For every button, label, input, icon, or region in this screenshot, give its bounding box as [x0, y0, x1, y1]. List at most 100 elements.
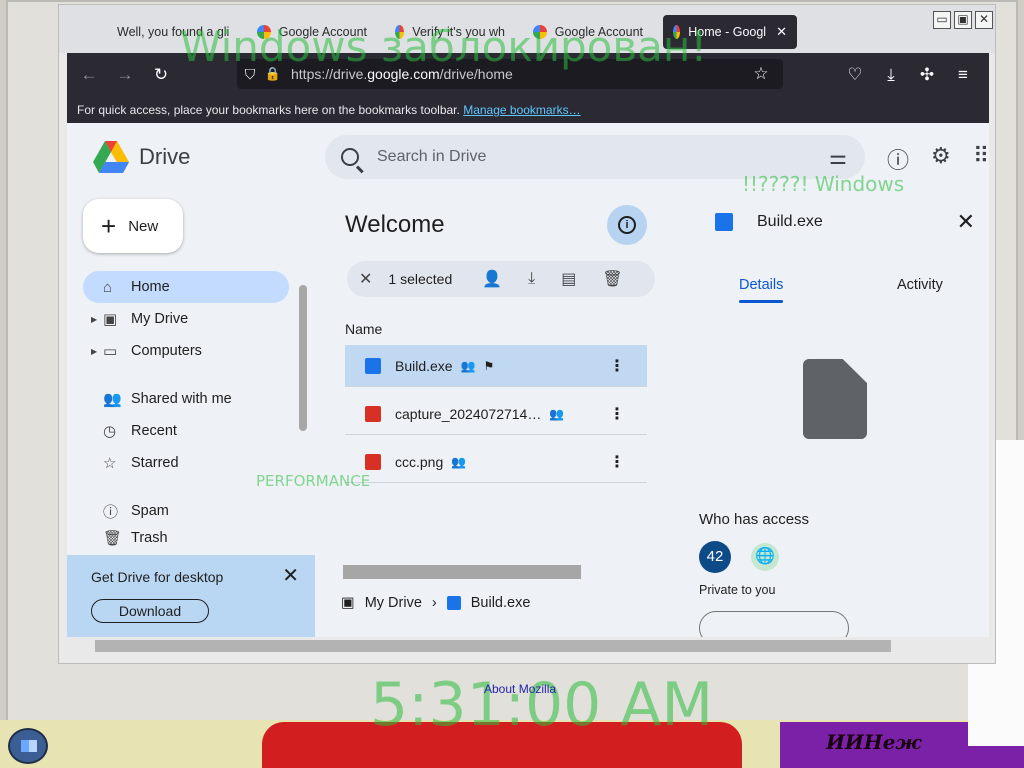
apps-grid-icon[interactable]: ⠿ [973, 143, 989, 169]
details-info-button[interactable]: i [607, 205, 647, 245]
new-button[interactable]: + New [83, 199, 183, 253]
file-name: Build.exe [395, 357, 453, 374]
scrollbar-thumb[interactable] [343, 565, 581, 579]
drive-page: Drive Search in Drive ⚌ ⓘ ⚙ ⠿ + New ⌂ Hom… [67, 123, 989, 637]
bookmark-star-icon[interactable]: ☆ [743, 64, 779, 84]
about-mozilla-link[interactable]: About Mozilla [484, 682, 556, 696]
maximize-button[interactable]: ▣ [954, 11, 972, 29]
my-drive-icon: ▣ [103, 311, 118, 328]
clear-selection-icon[interactable]: ✕ [359, 269, 372, 289]
tab-verify[interactable]: Verify it's you wh [385, 15, 515, 49]
details-close-icon[interactable]: ✕ [957, 209, 975, 235]
page-horizontal-scrollbar[interactable] [67, 637, 989, 655]
sidebar-item-spam[interactable]: ⓘ Spam [83, 495, 293, 527]
tab-details[interactable]: Details [739, 277, 784, 303]
document-preview-icon [803, 359, 867, 439]
sidebar-item-label: Recent [131, 423, 177, 439]
move-icon[interactable]: ▤ [561, 269, 576, 289]
avatar[interactable]: 42 [699, 541, 731, 573]
plus-icon: + [101, 211, 117, 241]
pocket-icon[interactable]: ♡ [837, 65, 873, 85]
my-drive-icon: ▣ [341, 595, 355, 611]
tab-found-glitch[interactable]: Well, you found a gli [107, 15, 239, 49]
file-list-scrollbar[interactable] [341, 563, 651, 579]
menu-icon[interactable]: ≡ [945, 65, 981, 85]
manage-bookmarks-link[interactable]: Manage bookmarks… [463, 103, 580, 117]
filter-icon[interactable]: ⚌ [829, 145, 847, 170]
share-icon[interactable]: 👤 [482, 269, 502, 289]
sidebar-item-label: Spam [131, 503, 169, 519]
url-text[interactable]: https://drive.google.com/drive/home [291, 66, 513, 82]
tab-drive-home[interactable]: Home - Googl ✕ [663, 15, 797, 49]
sidebar-scrollbar[interactable] [299, 285, 307, 431]
info-icon: i [618, 216, 636, 234]
sidebar-item-trash[interactable]: 🗑 Trash [83, 527, 293, 549]
more-actions-icon[interactable]: ⋮ [609, 356, 625, 376]
url-bar[interactable]: ⛉ 🔒 https://drive.google.com/drive/home … [237, 59, 783, 89]
browser-window: Well, you found a gli Google Account Ver… [58, 4, 996, 664]
expand-arrow-icon[interactable]: ▶ [91, 347, 97, 356]
more-actions-icon[interactable]: ⋮ [609, 452, 625, 472]
column-header-name[interactable]: Name [345, 321, 382, 337]
promo-close-icon[interactable]: ✕ [282, 563, 299, 588]
details-file-name: Build.exe [757, 213, 823, 230]
tab-label: Home - Googl [688, 25, 767, 39]
sidebar-item-home[interactable]: ⌂ Home [83, 271, 289, 303]
file-row[interactable]: Build.exe 👥 ⚑ ⋮ [345, 345, 647, 387]
shield-icon[interactable]: ⛉ [237, 66, 263, 83]
search-input[interactable]: Search in Drive ⚌ [325, 135, 865, 179]
google-icon [395, 25, 405, 39]
file-row[interactable]: ccc.png 👥 ⋮ [345, 441, 647, 483]
manage-access-button[interactable] [699, 611, 849, 637]
exe-file-icon [365, 357, 381, 374]
breadcrumb-root[interactable]: My Drive [365, 595, 422, 611]
download-button[interactable]: Download [91, 599, 209, 623]
reload-icon[interactable]: ↻ [143, 65, 179, 85]
shared-people-icon: 👥 [549, 406, 565, 421]
google-icon [257, 25, 271, 39]
search-icon [341, 148, 359, 166]
extensions-icon[interactable]: ✣ [909, 65, 945, 85]
tab-close-icon[interactable]: ✕ [776, 24, 787, 40]
sidebar-item-label: Home [131, 279, 170, 295]
drive-logo-icon [93, 141, 129, 173]
download-icon[interactable]: ⤓ [528, 270, 535, 288]
breadcrumb-current[interactable]: Build.exe [471, 595, 531, 611]
sidebar-item-label: Starred [131, 455, 179, 471]
minimize-button[interactable]: ▭ [933, 11, 951, 29]
file-row[interactable]: capture_2024072714… 👥 ⋮ [345, 393, 647, 435]
back-icon[interactable]: ← [71, 65, 107, 85]
sidebar-item-computers[interactable]: ▶ ▭ Computers [83, 335, 293, 367]
spam-icon: ⓘ [103, 503, 119, 521]
scrollbar-thumb[interactable] [95, 640, 891, 652]
downloads-icon[interactable]: ⤓ [873, 65, 909, 85]
expand-arrow-icon[interactable]: ▶ [91, 315, 97, 324]
selected-count: 1 selected [388, 271, 453, 287]
page-title: Welcome [345, 211, 445, 238]
drive-logo[interactable]: Drive [93, 141, 190, 173]
sidebar-item-starred[interactable]: ☆ Starred [83, 447, 293, 479]
sidebar-item-shared-with-me[interactable]: 👥 Shared with me [83, 383, 293, 415]
lock-icon[interactable]: 🔒 [263, 66, 283, 82]
access-status-text: Private to you [699, 583, 776, 597]
shared-people-icon: 👥 [460, 358, 476, 373]
help-icon[interactable]: ⓘ [887, 143, 909, 175]
delete-icon[interactable]: 🗑 [602, 269, 622, 289]
tab-activity[interactable]: Activity [897, 277, 943, 293]
settings-gear-icon[interactable]: ⚙ [931, 143, 951, 169]
start-button[interactable] [8, 728, 48, 764]
sidebar-item-my-drive[interactable]: ▶ ▣ My Drive [83, 303, 293, 335]
forward-icon[interactable]: → [107, 65, 143, 85]
close-button[interactable]: ✕ [975, 11, 993, 29]
bookmarks-hint: For quick access, place your bookmarks h… [77, 103, 460, 117]
star-icon: ☆ [103, 455, 117, 472]
file-name: capture_2024072714… [395, 405, 542, 422]
sidebar-item-recent[interactable]: ◷ Recent [83, 415, 293, 447]
more-actions-icon[interactable]: ⋮ [609, 404, 625, 424]
taskbar-red-blob [262, 722, 742, 768]
tab-google-account-2[interactable]: Google Account [523, 15, 653, 49]
globe-icon[interactable]: 🌐 [751, 543, 779, 571]
tab-google-account-1[interactable]: Google Account [247, 15, 377, 49]
tab-label: Google Account [554, 25, 643, 39]
chevron-right-icon: › [431, 595, 437, 611]
